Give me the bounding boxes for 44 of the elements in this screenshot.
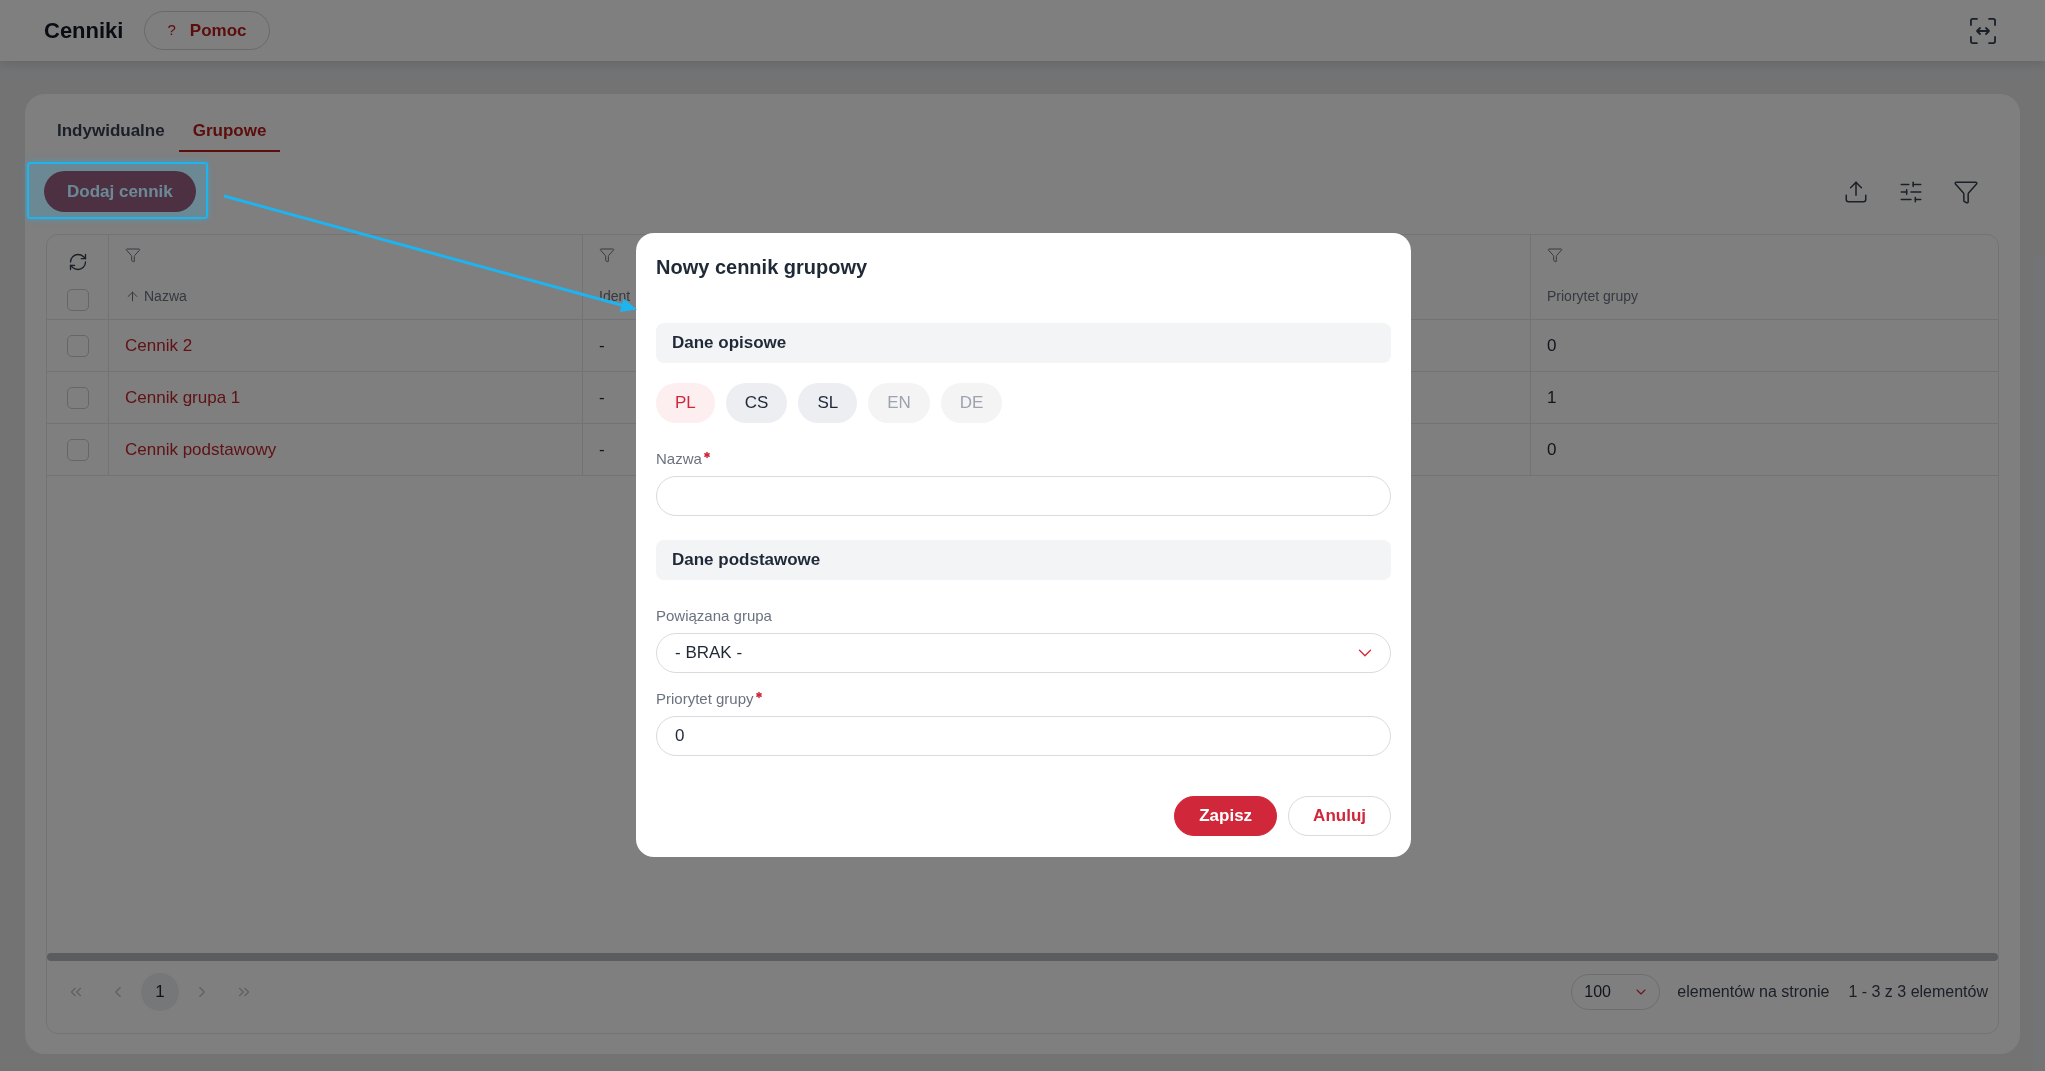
save-button[interactable]: Zapisz [1174,796,1278,836]
column-header[interactable]: Nazwa [144,286,187,306]
checkbox[interactable] [66,386,89,409]
filter-icon[interactable] [599,247,615,263]
section-header: Dane podstawowe [656,540,1391,580]
refresh-icon[interactable] [67,252,88,272]
field-label: Nazwa [656,449,702,469]
text-input-field[interactable]: 0 [656,716,1391,756]
fullscreen-icon[interactable] [1970,17,1996,44]
filter-icon[interactable] [1953,178,1979,205]
tab[interactable]: Grupowe [178,112,281,152]
language-chip[interactable]: CS [725,383,788,423]
field-label: Powiązana grupa [656,606,772,626]
modal-title: Nowy cennik grupowy [656,255,868,280]
price-list-link[interactable]: Cennik 2 [125,332,193,359]
filter-icon[interactable] [125,247,141,263]
filter-icon[interactable] [1547,247,1563,263]
field-label: Priorytet grupy [656,689,754,709]
section-header: Dane opisowe [656,323,1391,363]
text-input-field[interactable] [656,476,1391,516]
checkbox[interactable] [66,334,89,357]
dropdown-field[interactable]: - BRAK - [656,633,1391,673]
question-mark-icon: ? [167,19,176,42]
language-chip[interactable]: SL [798,383,858,423]
price-list-link[interactable]: Cennik podstawowy [125,436,277,463]
checkbox[interactable] [66,289,89,311]
range-text: 1 - 3 z 3 elementów [1848,982,1988,1002]
page-size-label: elementów na stronie [1677,982,1830,1002]
page-button[interactable]: 1 [141,973,179,1011]
table-cell-text: 1 [1547,386,1557,409]
language-chip[interactable]: PL [656,383,715,423]
page-title: Cenniki [44,17,124,45]
table-cell-text: 0 [1547,438,1557,461]
table-cell-text: 0 [1547,334,1557,357]
price-list-link[interactable]: Cennik grupa 1 [125,384,241,411]
table-cell-text: - [599,334,605,357]
tab[interactable]: Indywidualne [43,112,179,152]
column-header[interactable]: Priorytet grupy [1547,286,1639,306]
table-cell-text: - [599,386,605,409]
checkbox[interactable] [66,438,89,461]
horizontal-scrollbar[interactable] [47,953,1998,961]
add-price-list-button[interactable]: Dodaj cennik [44,171,196,212]
cancel-button[interactable]: Anuluj [1288,796,1391,836]
table-cell-text: - [599,438,605,461]
